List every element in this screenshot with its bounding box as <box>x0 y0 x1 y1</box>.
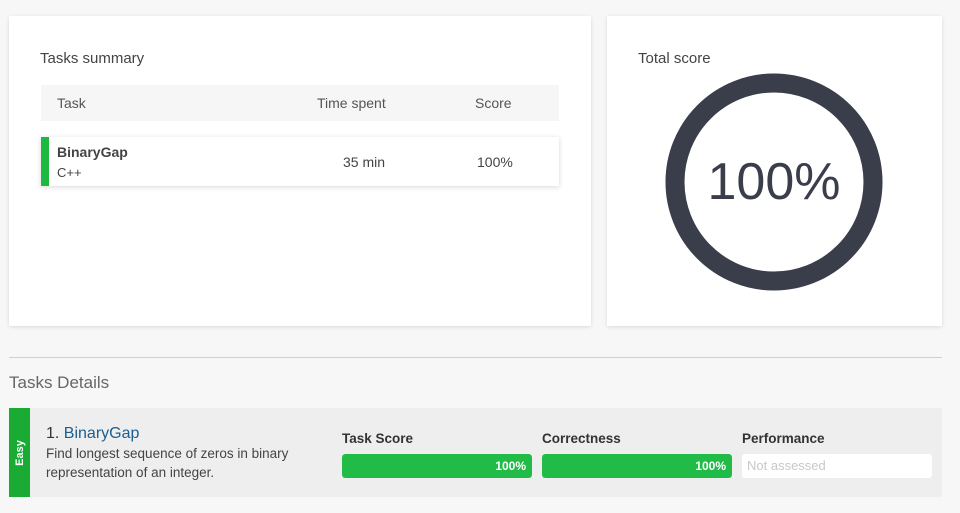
correctness-value: 100% <box>695 459 726 473</box>
task-link[interactable]: BinaryGap <box>64 425 140 442</box>
task-number: 1. <box>46 425 60 442</box>
difficulty-badge: Easy <box>9 408 30 497</box>
task-time-spent: 35 min <box>343 154 386 170</box>
task-score-bar: 100% <box>342 454 532 478</box>
performance-label: Performance <box>742 431 825 446</box>
tasks-summary-card: Tasks summary Task Time spent Score Bina… <box>9 16 591 326</box>
column-header-time: Time spent <box>317 95 386 111</box>
total-score-value: 100% <box>707 153 841 211</box>
correctness-bar: 100% <box>542 454 732 478</box>
correctness-label: Correctness <box>542 431 621 446</box>
section-divider <box>9 357 942 358</box>
total-score-title: Total score <box>638 50 711 67</box>
column-header-task: Task <box>57 95 86 111</box>
task-score-value: 100% <box>495 459 526 473</box>
tasks-summary-title: Tasks summary <box>40 50 145 67</box>
task-description: Find longest sequence of zeros in binary… <box>46 446 289 480</box>
status-bar <box>41 137 49 186</box>
table-row[interactable]: BinaryGap C++ 35 min 100% <box>41 137 559 186</box>
column-header-score: Score <box>475 95 512 111</box>
task-name: BinaryGap <box>57 144 128 160</box>
task-detail-title: 1. BinaryGap <box>46 425 139 443</box>
difficulty-label: Easy <box>13 439 26 466</box>
performance-bar: Not assessed <box>742 454 932 478</box>
tasks-details-title: Tasks Details <box>9 373 110 392</box>
summary-table-header: Task Time spent Score <box>41 85 559 121</box>
total-score-card: Total score 100% <box>607 16 942 326</box>
task-detail-row: Easy 1. BinaryGap Find longest sequence … <box>9 408 942 497</box>
performance-value: Not assessed <box>747 458 826 473</box>
task-score: 100% <box>477 154 513 170</box>
task-language: C++ <box>57 165 82 180</box>
task-score-label: Task Score <box>342 431 414 446</box>
